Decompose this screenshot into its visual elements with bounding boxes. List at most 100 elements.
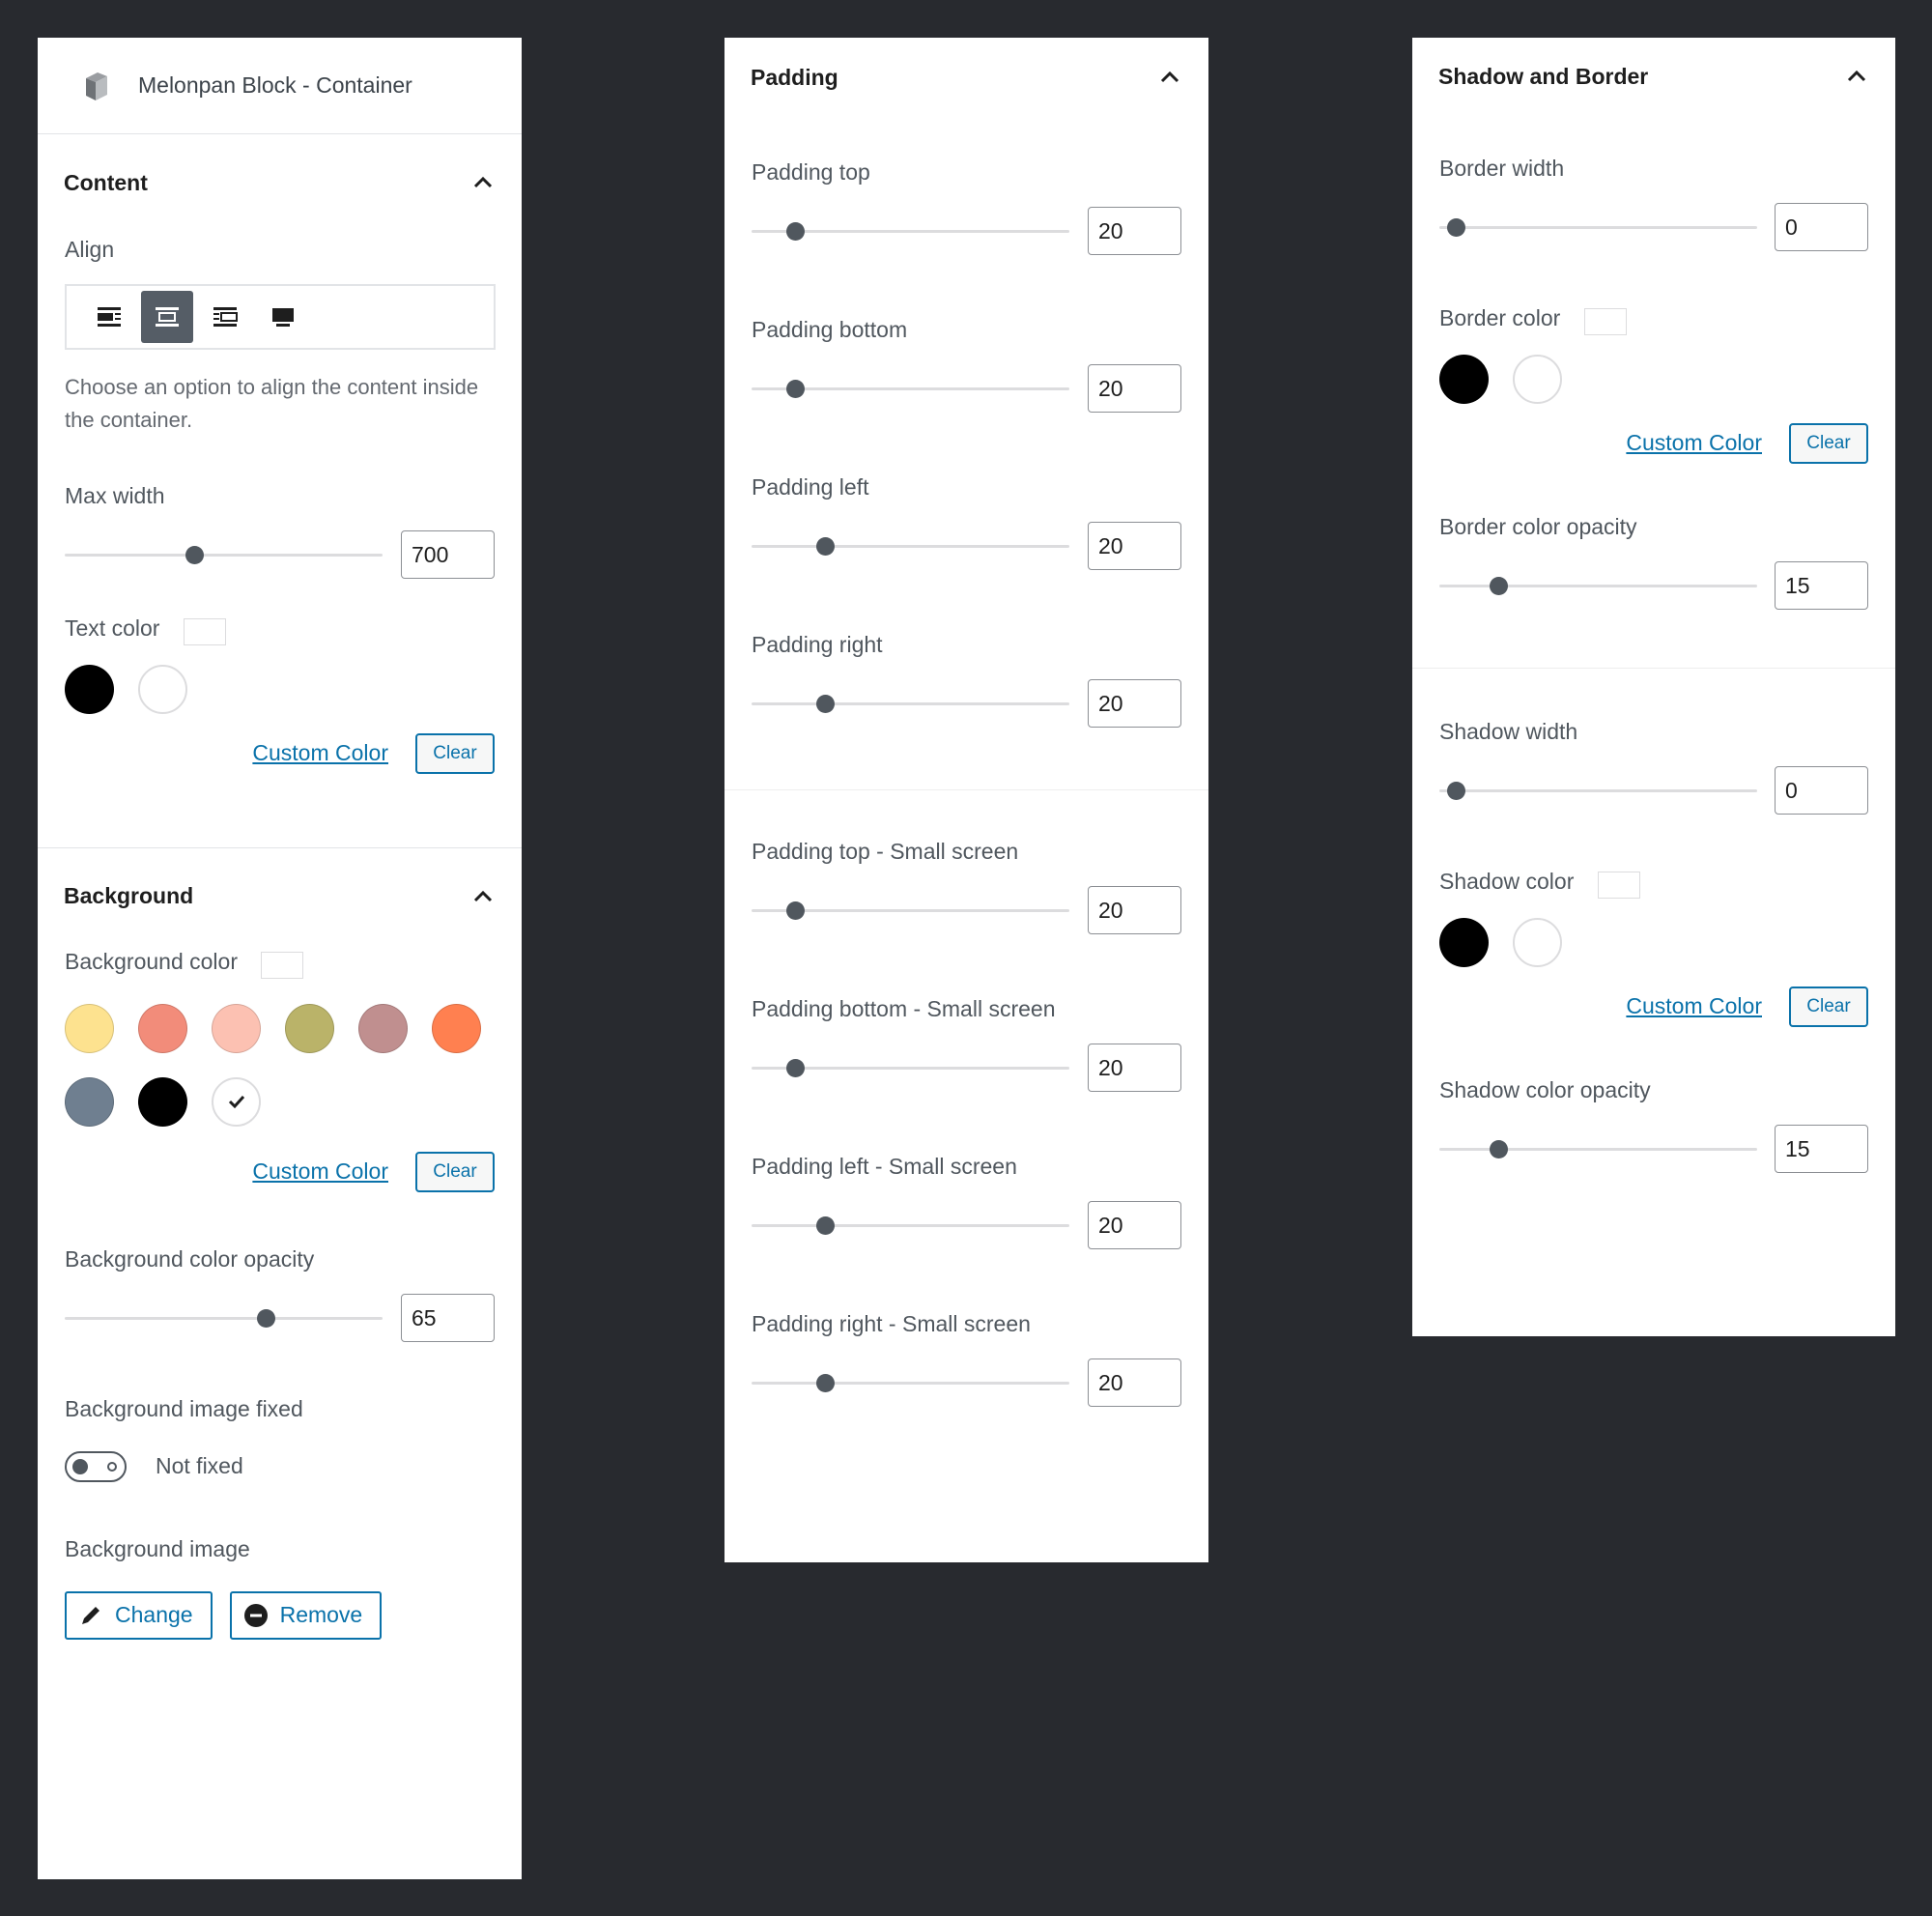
range-track[interactable] — [1439, 584, 1757, 587]
chevron-up-icon — [473, 176, 493, 188]
color-option-olive[interactable] — [285, 1003, 334, 1053]
color-option-black[interactable] — [1439, 354, 1489, 404]
align-button-group — [65, 284, 496, 350]
custom-color-link[interactable]: Custom Color — [252, 1158, 388, 1185]
change-image-button[interactable]: Change — [65, 1590, 213, 1640]
color-option-white[interactable] — [1513, 917, 1562, 967]
shadow-border-section-title: Shadow and Border — [1438, 63, 1649, 89]
padding-input[interactable]: 20 — [1088, 1201, 1181, 1249]
shadow-width-input[interactable]: 0 — [1775, 765, 1868, 815]
padding-input[interactable]: 20 — [1088, 679, 1181, 728]
custom-color-link[interactable]: Custom Color — [252, 740, 388, 766]
background-opacity-range: 65 — [65, 1293, 495, 1342]
padding-input[interactable]: 20 — [1088, 207, 1181, 255]
range-thumb[interactable] — [786, 901, 805, 920]
padding-input[interactable]: 20 — [1088, 1358, 1181, 1407]
range-thumb[interactable] — [1447, 218, 1465, 237]
content-section-title: Content — [64, 169, 148, 195]
shadow-width-label: Shadow width — [1439, 718, 1578, 744]
padding-input[interactable]: 20 — [1088, 886, 1181, 934]
background-fixed-toggle[interactable] — [65, 1450, 127, 1482]
shadow-border-panel: Shadow and Border Border width 0 Border … — [1412, 38, 1895, 1336]
range-track[interactable] — [752, 1224, 1069, 1227]
padding-field: Padding top 20 — [724, 159, 1208, 255]
padding-input[interactable]: 20 — [1088, 364, 1181, 413]
padding-field: Padding right - Small screen 20 — [724, 1311, 1208, 1407]
range-thumb[interactable] — [816, 1216, 835, 1235]
background-color-preview — [261, 951, 304, 979]
color-option-white[interactable] — [212, 1076, 261, 1127]
align-right-button[interactable] — [199, 291, 251, 343]
padding-label: Padding top — [752, 159, 870, 185]
align-left-icon — [98, 307, 121, 327]
max-width-range: 700 — [65, 530, 495, 579]
pencil-icon — [82, 1606, 99, 1624]
padding-input[interactable]: 20 — [1088, 1044, 1181, 1092]
range-track[interactable] — [1439, 1147, 1757, 1151]
clear-button[interactable]: Clear — [415, 1151, 495, 1192]
color-option-black[interactable] — [1439, 917, 1489, 967]
align-center-icon — [156, 307, 179, 327]
color-option-peach[interactable] — [212, 1003, 261, 1053]
range-thumb[interactable] — [1490, 576, 1508, 595]
range-track[interactable] — [1439, 788, 1757, 792]
check-icon — [228, 1096, 244, 1109]
clear-button[interactable]: Clear — [415, 732, 495, 774]
color-option-black[interactable] — [138, 1076, 187, 1127]
range-thumb[interactable] — [1447, 781, 1465, 800]
range-thumb[interactable] — [185, 546, 204, 564]
color-option-white[interactable] — [138, 664, 187, 714]
shadow-opacity-input[interactable]: 15 — [1775, 1124, 1868, 1173]
clear-button[interactable]: Clear — [1789, 422, 1868, 464]
padding-range: 20 — [752, 207, 1181, 255]
custom-color-link[interactable]: Custom Color — [1626, 430, 1762, 456]
range-thumb[interactable] — [816, 1374, 835, 1392]
padding-fields: Padding top 20 Padding bottom 20 Padding lef… — [724, 159, 1208, 1407]
align-left-button[interactable] — [83, 291, 135, 343]
range-thumb[interactable] — [786, 380, 805, 398]
max-width-input[interactable]: 700 — [401, 530, 495, 579]
range-thumb[interactable] — [816, 537, 835, 556]
padding-section-toggle[interactable]: Padding — [724, 38, 1208, 117]
range-thumb[interactable] — [257, 1308, 275, 1328]
background-opacity-input[interactable]: 65 — [401, 1293, 495, 1342]
clear-button[interactable]: Clear — [1789, 986, 1868, 1027]
custom-color-link[interactable]: Custom Color — [1626, 993, 1762, 1019]
range-track[interactable] — [1439, 226, 1757, 229]
align-right-icon — [213, 307, 238, 327]
range-track[interactable] — [65, 1316, 383, 1320]
padding-label: Padding bottom — [752, 317, 908, 342]
border-width-input[interactable]: 0 — [1775, 203, 1868, 251]
align-full-button[interactable] — [257, 291, 309, 343]
color-option-mauve[interactable] — [358, 1003, 408, 1053]
range-thumb[interactable] — [786, 222, 805, 241]
remove-image-label: Remove — [279, 1602, 363, 1628]
range-track[interactable] — [65, 554, 383, 557]
range-track[interactable] — [752, 702, 1069, 705]
range-track[interactable] — [752, 545, 1069, 548]
range-track[interactable] — [752, 1382, 1069, 1385]
range-thumb[interactable] — [1490, 1139, 1508, 1158]
chevron-up-icon — [1847, 70, 1866, 82]
content-section-toggle[interactable]: Content — [38, 134, 522, 231]
color-option-yellow[interactable] — [65, 1003, 114, 1053]
color-option-white[interactable] — [1513, 354, 1562, 404]
align-center-button[interactable] — [141, 291, 193, 343]
color-option-orange[interactable] — [432, 1003, 481, 1053]
color-option-slate[interactable] — [65, 1076, 114, 1127]
range-thumb[interactable] — [786, 1059, 805, 1077]
range-thumb[interactable] — [816, 695, 835, 713]
align-label: Align — [65, 237, 115, 262]
color-option-salmon[interactable] — [138, 1003, 187, 1053]
border-color-preview — [1583, 307, 1627, 335]
section-divider — [724, 789, 1208, 790]
shadow-border-section-toggle[interactable]: Shadow and Border — [1412, 38, 1895, 115]
padding-range: 20 — [752, 886, 1181, 934]
color-option-black[interactable] — [65, 664, 114, 714]
background-section-toggle[interactable]: Background — [38, 848, 522, 945]
padding-input[interactable]: 20 — [1088, 522, 1181, 570]
container-settings-panel: Melonpan Block - Container Content Align — [38, 38, 522, 1879]
background-image-label: Background image — [65, 1535, 250, 1561]
remove-image-button[interactable]: Remove — [229, 1590, 383, 1640]
border-opacity-input[interactable]: 15 — [1775, 560, 1868, 610]
